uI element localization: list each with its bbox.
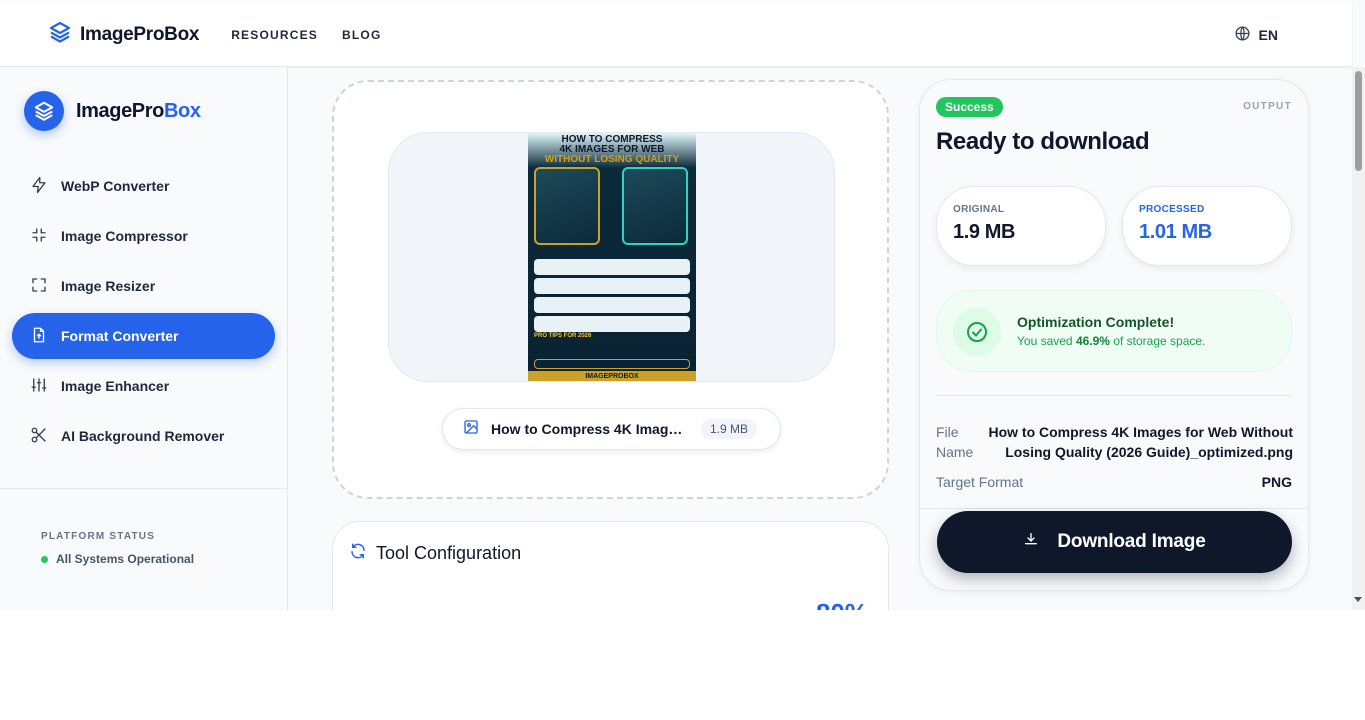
sidebar-nav: WebP Converter Image Compressor Image Re… xyxy=(12,163,275,463)
uploaded-file-size: 1.9 MB xyxy=(701,419,758,439)
scroll-down-arrow-icon[interactable] xyxy=(1354,597,1362,602)
poster-tips: PRO TIPS FOR 2026 xyxy=(534,333,592,339)
status-dot-icon xyxy=(41,555,48,563)
original-size-label: ORIGINAL xyxy=(953,204,1005,215)
output-divider xyxy=(936,395,1292,396)
poster-step xyxy=(534,297,690,313)
uploaded-file-pill: How to Compress 4K Images for Web Withou… xyxy=(442,408,781,450)
app-viewport: ImageProBox RESOURCES BLOG EN ImageProBo… xyxy=(0,0,1365,610)
platform-status: PLATFORM STATUS All Systems Operational xyxy=(41,531,194,566)
original-size-value: 1.9 MB xyxy=(953,221,1016,243)
top-header: ImageProBox RESOURCES BLOG EN xyxy=(0,3,1352,67)
language-label: EN xyxy=(1258,27,1278,43)
optimization-complete-title: Optimization Complete! xyxy=(1017,314,1175,330)
scrollbar-thumb[interactable] xyxy=(1355,71,1362,171)
poster-steps xyxy=(534,259,690,335)
compress-icon xyxy=(30,226,48,247)
image-preview-thumbnail: HOW TO COMPRESS 4K IMAGES FOR WEB WITHOU… xyxy=(528,133,696,381)
processed-size-value: 1.01 MB xyxy=(1139,221,1212,243)
sidebar-logo-icon xyxy=(24,91,64,131)
original-size-card: ORIGINAL 1.9 MB xyxy=(936,186,1106,266)
tool-configuration-panel: Tool Configuration 80% xyxy=(332,521,889,610)
poster-title: HOW TO COMPRESS 4K IMAGES FOR WEB WITHOU… xyxy=(528,135,696,165)
output-title: Ready to download xyxy=(936,128,1150,155)
sidebar-item-image-resizer[interactable]: Image Resizer xyxy=(12,263,275,309)
header-left: ImageProBox RESOURCES BLOG xyxy=(48,3,381,67)
poster-after-panel xyxy=(622,167,688,245)
poster-step xyxy=(534,259,690,275)
platform-status-label: PLATFORM STATUS xyxy=(41,531,156,542)
tool-configuration-header: Tool Configuration xyxy=(349,542,521,565)
image-file-icon xyxy=(463,419,479,440)
sidebar-item-webp-converter[interactable]: WebP Converter xyxy=(12,163,275,209)
globe-icon xyxy=(1234,25,1251,45)
page-scrollbar[interactable] xyxy=(1352,67,1365,610)
brand-part-pro: ImagePro xyxy=(76,99,164,122)
poster-step xyxy=(534,278,690,294)
sidebar-item-label: Format Converter xyxy=(61,328,179,344)
download-image-button[interactable]: Download Image xyxy=(937,511,1292,573)
processed-size-card: PROCESSED 1.01 MB xyxy=(1122,186,1292,266)
storage-saved-text: You saved 46.9% of storage space. xyxy=(1017,334,1205,348)
file-name-value: How to Compress 4K Images for Web Withou… xyxy=(988,424,1293,460)
sidebar-brand-text: ImageProBox xyxy=(76,100,201,123)
platform-status-line: All Systems Operational xyxy=(41,552,194,566)
sidebar-item-label: WebP Converter xyxy=(61,178,170,194)
status-badge: Success xyxy=(936,97,1003,117)
resize-icon xyxy=(30,276,48,297)
output-label: OUTPUT xyxy=(1243,101,1292,112)
sidebar-item-image-compressor[interactable]: Image Compressor xyxy=(12,213,275,259)
refresh-icon xyxy=(349,542,367,565)
target-format-value: PNG xyxy=(1261,474,1292,490)
poster-brand: IMAGEPROBOX xyxy=(528,371,696,381)
poster-before-panel xyxy=(534,167,600,245)
saved-suffix: of storage space. xyxy=(1109,334,1206,348)
bolt-icon xyxy=(30,176,48,197)
check-circle-icon xyxy=(953,308,1001,356)
sidebar-item-image-enhancer[interactable]: Image Enhancer xyxy=(12,363,275,409)
sidebar-item-label: Image Compressor xyxy=(61,228,188,244)
layers-logo-icon xyxy=(48,20,72,50)
nav-blog[interactable]: BLOG xyxy=(342,28,381,42)
top-nav: RESOURCES BLOG xyxy=(231,28,381,42)
target-format-label: Target Format xyxy=(936,474,1024,490)
platform-status-text: All Systems Operational xyxy=(56,552,195,566)
sidebar-brand[interactable]: ImageProBox xyxy=(24,91,201,131)
nav-resources[interactable]: RESOURCES xyxy=(231,28,318,42)
brand-part-box: Box xyxy=(163,99,201,122)
sidebar-item-ai-background-remover[interactable]: AI Background Remover xyxy=(12,413,275,459)
uploaded-file-name: How to Compress 4K Images for Web Withou… xyxy=(491,421,689,437)
sidebar-item-format-converter[interactable]: Format Converter xyxy=(12,313,275,359)
download-button-label: Download Image xyxy=(1057,531,1206,552)
output-panel: Success OUTPUT Ready to download ORIGINA… xyxy=(919,79,1310,591)
image-preview-dropzone[interactable]: HOW TO COMPRESS 4K IMAGES FOR WEB WITHOU… xyxy=(332,80,889,499)
saved-prefix: You saved xyxy=(1017,334,1076,348)
download-icon xyxy=(1023,531,1039,553)
optimization-complete-banner: Optimization Complete! You saved 46.9% o… xyxy=(936,290,1292,372)
quality-value: 80% xyxy=(816,598,868,610)
file-convert-icon xyxy=(30,326,48,347)
meta-divider xyxy=(920,508,1310,509)
saved-percent: 46.9% xyxy=(1075,334,1110,348)
language-selector[interactable]: EN xyxy=(1234,3,1278,67)
poster-footer-banner xyxy=(534,359,690,369)
header-brand-link[interactable]: ImageProBox xyxy=(48,20,199,50)
sidebar: ImageProBox WebP Converter Image Compres… xyxy=(0,67,288,610)
poster-step xyxy=(534,316,690,332)
scissors-icon xyxy=(30,426,48,447)
poster-title-line3: WITHOUT LOSING QUALITY xyxy=(544,154,680,165)
image-preview-frame: HOW TO COMPRESS 4K IMAGES FOR WEB WITHOU… xyxy=(388,132,835,382)
tool-configuration-title: Tool Configuration xyxy=(376,543,522,563)
sidebar-item-label: Image Resizer xyxy=(61,278,156,294)
sliders-icon xyxy=(30,376,48,397)
processed-size-label: PROCESSED xyxy=(1139,204,1205,215)
target-format-row: Target Format PNG xyxy=(936,474,1292,490)
file-name-label: File Name xyxy=(936,424,974,460)
sidebar-divider xyxy=(0,488,288,489)
sidebar-item-label: Image Enhancer xyxy=(61,378,170,394)
sidebar-item-label: AI Background Remover xyxy=(61,428,225,444)
header-brand-text: ImageProBox xyxy=(80,24,200,45)
